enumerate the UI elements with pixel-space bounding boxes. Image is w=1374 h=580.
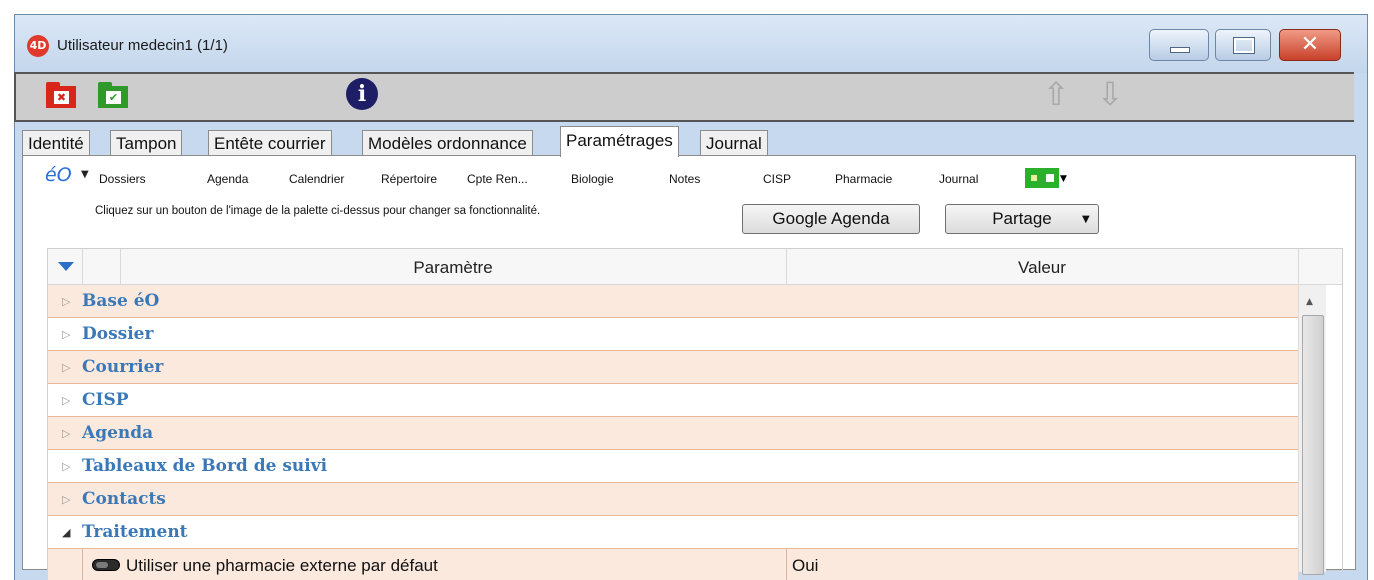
- group-label: CISP: [82, 390, 129, 410]
- minimize-icon: [1170, 47, 1190, 53]
- column-divider: [82, 249, 83, 285]
- scroll-up-icon[interactable]: ▲: [1306, 297, 1313, 307]
- group-label: Tableaux de Bord de suivi: [82, 456, 328, 476]
- partage-button[interactable]: Partage ▼: [945, 204, 1099, 234]
- table-row[interactable]: ▷ Agenda: [48, 417, 1298, 450]
- cancel-mark: ✖: [54, 91, 69, 104]
- palette-calendrier[interactable]: Calendrier: [289, 172, 344, 186]
- value-cell: [786, 549, 787, 580]
- expand-triangle-icon[interactable]: ▷: [62, 361, 70, 374]
- column-divider: [1298, 249, 1299, 285]
- parametrages-panel: éO ▼ Dossiers Agenda Calendrier Répertoi…: [22, 155, 1356, 580]
- palette-pharmacie[interactable]: Pharmacie: [835, 172, 892, 186]
- tab-modeles-ordonnance[interactable]: Modèles ordonnance: [362, 130, 533, 156]
- minimize-button[interactable]: [1149, 29, 1209, 61]
- maximize-icon: [1233, 37, 1255, 54]
- partage-label: Partage: [992, 209, 1052, 228]
- column-header-valeur[interactable]: Valeur: [786, 258, 1298, 278]
- scroll-thumb[interactable]: [1302, 315, 1324, 575]
- table-row[interactable]: ▷ Courrier: [48, 351, 1298, 384]
- expand-triangle-icon[interactable]: ▷: [62, 427, 70, 440]
- table-row[interactable]: ▷ Dossier: [48, 318, 1298, 351]
- chevron-down-icon[interactable]: ▼: [81, 169, 89, 180]
- info-icon[interactable]: i: [346, 78, 378, 110]
- group-label: Traitement: [82, 522, 188, 542]
- expand-triangle-icon[interactable]: ▷: [62, 460, 70, 473]
- group-label: Contacts: [82, 489, 166, 509]
- green-icon-dot: [1031, 175, 1037, 181]
- maximize-button[interactable]: [1215, 29, 1271, 61]
- palette-hint: Cliquez sur un bouton de l'image de la p…: [95, 205, 541, 217]
- table-row[interactable]: Utiliser une pharmacie externe par défau…: [48, 549, 1298, 580]
- group-label: Agenda: [82, 423, 154, 443]
- table-row[interactable]: ◢ Traitement: [48, 516, 1298, 549]
- cancel-folder-button[interactable]: ✖: [46, 82, 76, 108]
- palette-notes[interactable]: Notes: [669, 172, 700, 186]
- group-label: Courrier: [82, 357, 164, 377]
- expand-triangle-icon[interactable]: ▷: [62, 394, 70, 407]
- up-arrow-icon[interactable]: ⇧: [1039, 76, 1073, 112]
- toggle-switch-icon[interactable]: [92, 559, 120, 571]
- palette-dossiers[interactable]: Dossiers: [99, 172, 146, 186]
- tab-parametrages[interactable]: Paramétrages: [560, 126, 679, 157]
- tab-journal[interactable]: Journal: [700, 130, 768, 156]
- table-row[interactable]: ▷ Contacts: [48, 483, 1298, 516]
- table-body: ▷ Base éO ▷ Dossier ▷ Courrier ▷ CISP ▷ Agend…: [48, 285, 1298, 580]
- palette-cisp[interactable]: CISP: [763, 172, 791, 186]
- palette-journal[interactable]: Journal: [939, 172, 978, 186]
- palette-green-icon[interactable]: [1025, 168, 1059, 188]
- check-mark: ✔: [106, 91, 121, 104]
- validate-folder-button[interactable]: ✔: [98, 82, 128, 108]
- table-row[interactable]: ▷ Tableaux de Bord de suivi: [48, 450, 1298, 483]
- eo-logo-icon[interactable]: éO: [45, 164, 72, 186]
- app-4d-icon: 4D: [27, 35, 49, 57]
- tab-entete-courrier[interactable]: Entête courrier: [208, 130, 332, 156]
- table-row[interactable]: ▷ CISP: [48, 384, 1298, 417]
- sort-down-icon[interactable]: [58, 262, 74, 271]
- toolbar: ✖ ✔ i ⇧ ⇩: [14, 72, 1354, 122]
- title-bar[interactable]: 4D Utilisateur medecin1 (1/1) ✕: [15, 15, 1367, 73]
- table-header: Paramètre Valeur: [48, 249, 1342, 285]
- expand-triangle-icon[interactable]: ▷: [62, 493, 70, 506]
- chevron-down-icon[interactable]: ▼: [1060, 174, 1067, 184]
- parameter-label: Utiliser une pharmacie externe par défau…: [126, 556, 438, 575]
- down-arrow-icon[interactable]: ⇩: [1093, 76, 1127, 112]
- parameters-table: Paramètre Valeur ▷ Base éO ▷ Dossier ▷ Cour…: [47, 248, 1343, 580]
- toggle-knob: [96, 562, 108, 568]
- column-header-parametre[interactable]: Paramètre: [120, 258, 786, 278]
- expand-triangle-icon[interactable]: ▷: [62, 328, 70, 341]
- group-label: Dossier: [82, 324, 154, 344]
- green-icon-square: [1046, 174, 1054, 182]
- close-icon: ✕: [1300, 32, 1320, 57]
- parameter-value[interactable]: Oui: [792, 556, 818, 576]
- tab-identite[interactable]: Identité: [22, 130, 90, 156]
- palette-agenda[interactable]: Agenda: [207, 172, 248, 186]
- group-label: Base éO: [82, 291, 160, 311]
- collapse-triangle-icon[interactable]: ◢: [62, 526, 70, 539]
- window-title: Utilisateur medecin1 (1/1): [57, 37, 228, 54]
- palette-biologie[interactable]: Biologie: [571, 172, 614, 186]
- chevron-down-icon: ▼: [1082, 214, 1090, 225]
- table-row[interactable]: ▷ Base éO: [48, 285, 1298, 318]
- palette-cpte-ren[interactable]: Cpte Ren...: [467, 172, 528, 186]
- palette-repertoire[interactable]: Répertoire: [381, 172, 437, 186]
- tab-tampon[interactable]: Tampon: [110, 130, 183, 156]
- expand-triangle-icon[interactable]: ▷: [62, 295, 70, 308]
- google-agenda-button[interactable]: Google Agenda: [742, 204, 920, 234]
- vertical-scrollbar[interactable]: ▲: [1298, 285, 1326, 575]
- close-button[interactable]: ✕: [1279, 29, 1341, 61]
